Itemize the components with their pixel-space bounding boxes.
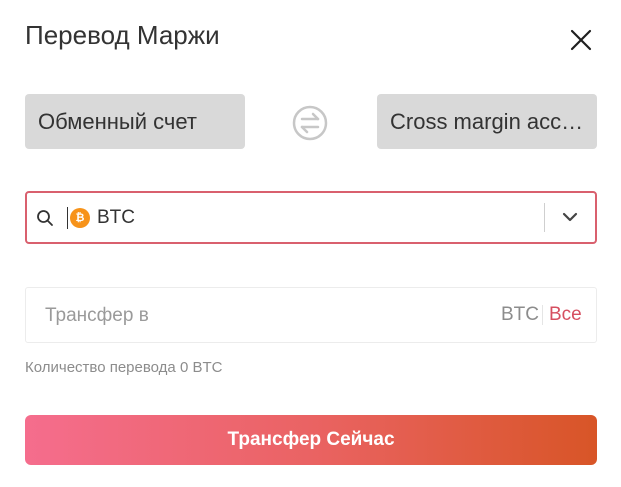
transfer-now-button[interactable]: Трансфер Сейчас (25, 415, 597, 465)
to-account-button[interactable]: Cross margin acco... (377, 94, 597, 149)
transfer-quantity-text: Количество перевода 0 BTC (25, 359, 223, 376)
transfer-amount-field: BTC Все (25, 287, 597, 343)
dialog-title: Перевод Маржи (25, 20, 220, 50)
chevron-down-icon[interactable] (562, 211, 578, 223)
from-account-button[interactable]: Обменный счет (25, 94, 245, 149)
btc-coin-icon: ₿ (70, 208, 90, 228)
all-amount-button[interactable]: Все (549, 304, 582, 326)
swap-accounts-button[interactable] (292, 105, 328, 141)
from-account-label: Обменный счет (38, 108, 197, 134)
coin-symbol: BTC (97, 207, 135, 228)
close-button[interactable] (568, 27, 596, 55)
amount-unit: BTC (501, 304, 539, 325)
to-account-label: Cross margin acco... (390, 108, 592, 134)
coin-select[interactable]: ₿ BTC (25, 191, 597, 244)
amount-divider (542, 305, 543, 325)
close-icon (570, 29, 592, 51)
coin-select-divider (544, 203, 545, 232)
text-cursor (67, 207, 68, 229)
swap-icon (292, 105, 328, 141)
transfer-amount-input[interactable] (43, 302, 427, 330)
search-icon (37, 210, 53, 226)
